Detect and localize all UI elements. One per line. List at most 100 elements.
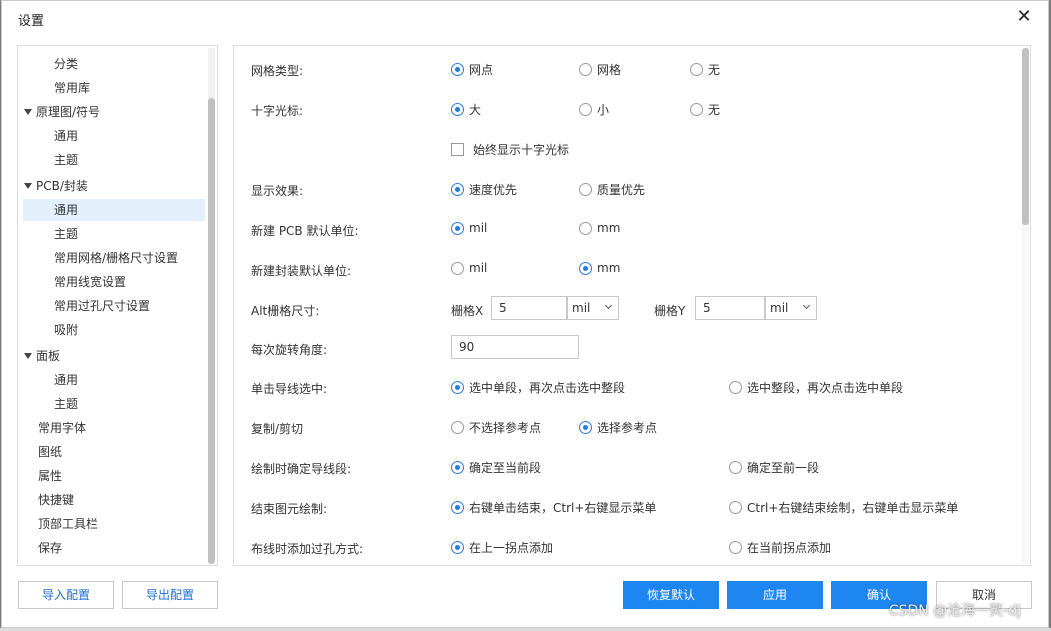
tree-item-snap[interactable]: 吸附	[54, 319, 78, 341]
grid-type-dot[interactable]: 网点	[451, 61, 493, 78]
tree-item-schematic-theme[interactable]: 主题	[54, 149, 78, 171]
tree-item-panel-theme[interactable]: 主题	[54, 393, 78, 415]
grid-type-grid[interactable]: 网格	[579, 61, 621, 78]
tree-item-common-fonts[interactable]: 常用字体	[38, 417, 86, 439]
chevron-down-icon[interactable]	[24, 108, 32, 115]
via-method-label: 布线时添加过孔方式:	[251, 542, 364, 556]
checkbox[interactable]	[451, 143, 464, 156]
footprint-unit-mil[interactable]: mil	[451, 261, 487, 275]
radio-button[interactable]	[451, 63, 464, 76]
radio-button[interactable]	[579, 63, 592, 76]
pcb-unit-mil[interactable]: mil	[451, 221, 487, 235]
footprint-unit-mm[interactable]: mm	[579, 261, 620, 275]
tree-item-save[interactable]: 保存	[38, 537, 62, 559]
export-config-button[interactable]: 导出配置	[122, 581, 218, 609]
import-config-button[interactable]: 导入配置	[18, 581, 114, 609]
radio-button[interactable]	[729, 541, 742, 554]
content-scrollbar-thumb[interactable]	[1022, 48, 1029, 225]
tree-item-pcb-theme[interactable]: 主题	[54, 223, 78, 245]
tree-item-grid-size[interactable]: 常用网格/栅格尺寸设置	[54, 247, 178, 269]
radio-button[interactable]	[579, 183, 592, 196]
title-bar: 设置 ✕	[2, 1, 1048, 35]
close-icon[interactable]: ✕	[1014, 7, 1034, 27]
tree-item-via-size[interactable]: 常用过孔尺寸设置	[54, 295, 150, 317]
tree-group-pcb[interactable]: PCB/封装	[24, 175, 88, 197]
rotation-input[interactable]: 90	[451, 335, 579, 359]
grid-x-input[interactable]: 5	[491, 296, 567, 320]
chevron-down-icon	[802, 301, 811, 310]
crosshair-large[interactable]: 大	[451, 101, 481, 118]
tree-group-label: PCB/封装	[36, 179, 88, 193]
option-label: 不选择参考点	[469, 421, 542, 435]
radio-button[interactable]	[451, 103, 464, 116]
tree-item-attributes[interactable]: 属性	[38, 465, 62, 487]
crosshair-none[interactable]: 无	[690, 101, 720, 118]
option-label: 质量优先	[597, 183, 646, 197]
grid-x-unit-select[interactable]: mil	[567, 296, 619, 320]
radio-button[interactable]	[729, 501, 742, 514]
pcb-unit-mm[interactable]: mm	[579, 221, 620, 235]
crosshair-small[interactable]: 小	[579, 101, 609, 118]
draw-confirm-previous[interactable]: 确定至前一段	[729, 459, 819, 476]
always-show-crosshair-checkbox[interactable]: 始终显示十字光标	[451, 141, 569, 158]
end-draw-right-click[interactable]: 右键单击结束，Ctrl+右键显示菜单	[451, 499, 656, 516]
radio-button[interactable]	[579, 261, 592, 275]
draw-confirm-current[interactable]: 确定至当前段	[451, 459, 541, 476]
option-label: 无	[708, 103, 721, 117]
via-method-current[interactable]: 在当前拐点添加	[729, 539, 831, 556]
radio-button[interactable]	[690, 103, 703, 116]
via-method-previous[interactable]: 在上一拐点添加	[451, 539, 553, 556]
copy-cut-ref[interactable]: 选择参考点	[579, 419, 657, 436]
draw-confirm-label: 绘制时确定导线段:	[251, 462, 352, 476]
radio-button[interactable]	[729, 381, 742, 394]
radio-button[interactable]	[451, 541, 464, 554]
option-label: mm	[597, 221, 621, 235]
tree-item-panel-general[interactable]: 通用	[54, 369, 78, 391]
radio-button[interactable]	[579, 103, 592, 116]
tree-item-category[interactable]: 分类	[54, 53, 78, 75]
display-effect-quality[interactable]: 质量优先	[579, 181, 645, 198]
radio-button[interactable]	[690, 63, 703, 76]
grid-y-input[interactable]: 5	[695, 296, 765, 320]
radio-button[interactable]	[451, 461, 464, 474]
tree-item-schematic-general[interactable]: 通用	[54, 125, 78, 147]
option-label: 在当前拐点添加	[747, 541, 832, 555]
chevron-down-icon[interactable]	[24, 352, 32, 359]
apply-button[interactable]: 应用	[727, 581, 823, 609]
tree-item-drawing-sheet[interactable]: 图纸	[38, 441, 62, 463]
radio-button[interactable]	[451, 183, 464, 196]
tree-group-panel[interactable]: 面板	[24, 345, 60, 367]
radio-button[interactable]	[451, 421, 464, 434]
tree-group-schematic[interactable]: 原理图/符号	[24, 101, 100, 123]
tree-item-top-toolbar[interactable]: 顶部工具栏	[38, 513, 98, 535]
radio-button[interactable]	[729, 461, 742, 474]
end-draw-ctrl-right[interactable]: Ctrl+右键结束绘制，右键单击显示菜单	[729, 499, 958, 516]
tree-item-shortcuts[interactable]: 快捷键	[38, 489, 74, 511]
radio-button[interactable]	[451, 261, 464, 275]
pcb-unit-label: 新建 PCB 默认单位:	[251, 224, 359, 238]
display-effect-speed[interactable]: 速度优先	[451, 181, 517, 198]
radio-button[interactable]	[579, 421, 592, 434]
radio-button[interactable]	[579, 221, 592, 235]
chevron-down-icon	[604, 301, 613, 310]
copy-cut-no-ref[interactable]: 不选择参考点	[451, 419, 541, 436]
tree-group-label: 原理图/符号	[36, 105, 101, 119]
chevron-down-icon[interactable]	[24, 182, 32, 189]
wire-click-segment-first[interactable]: 选中单段，再次点击选中整段	[451, 379, 625, 396]
radio-button[interactable]	[451, 221, 464, 235]
radio-button[interactable]	[451, 381, 464, 394]
option-label: 选择参考点	[597, 421, 658, 435]
tree-item-common-library[interactable]: 常用库	[54, 77, 90, 99]
tree-item-pcb-general[interactable]: 通用	[23, 199, 205, 221]
restore-default-button[interactable]: 恢复默认	[623, 581, 719, 609]
grid-type-none[interactable]: 无	[690, 61, 720, 78]
grid-y-unit-select[interactable]: mil	[765, 296, 817, 320]
settings-content: 网格类型: 网点 网格 无 十字光标: 大 小 无 始终显示十字光标 显示效果:…	[233, 45, 1031, 566]
tree-item-line-width[interactable]: 常用线宽设置	[54, 271, 126, 293]
wire-click-label: 单击导线选中:	[251, 382, 328, 396]
checkbox-label: 始终显示十字光标	[473, 143, 570, 157]
wire-click-whole-first[interactable]: 选中整段，再次点击选中单段	[729, 379, 903, 396]
sidebar-scrollbar-thumb[interactable]	[208, 98, 215, 564]
radio-button[interactable]	[451, 501, 464, 514]
end-draw-label: 结束图元绘制:	[251, 502, 328, 516]
